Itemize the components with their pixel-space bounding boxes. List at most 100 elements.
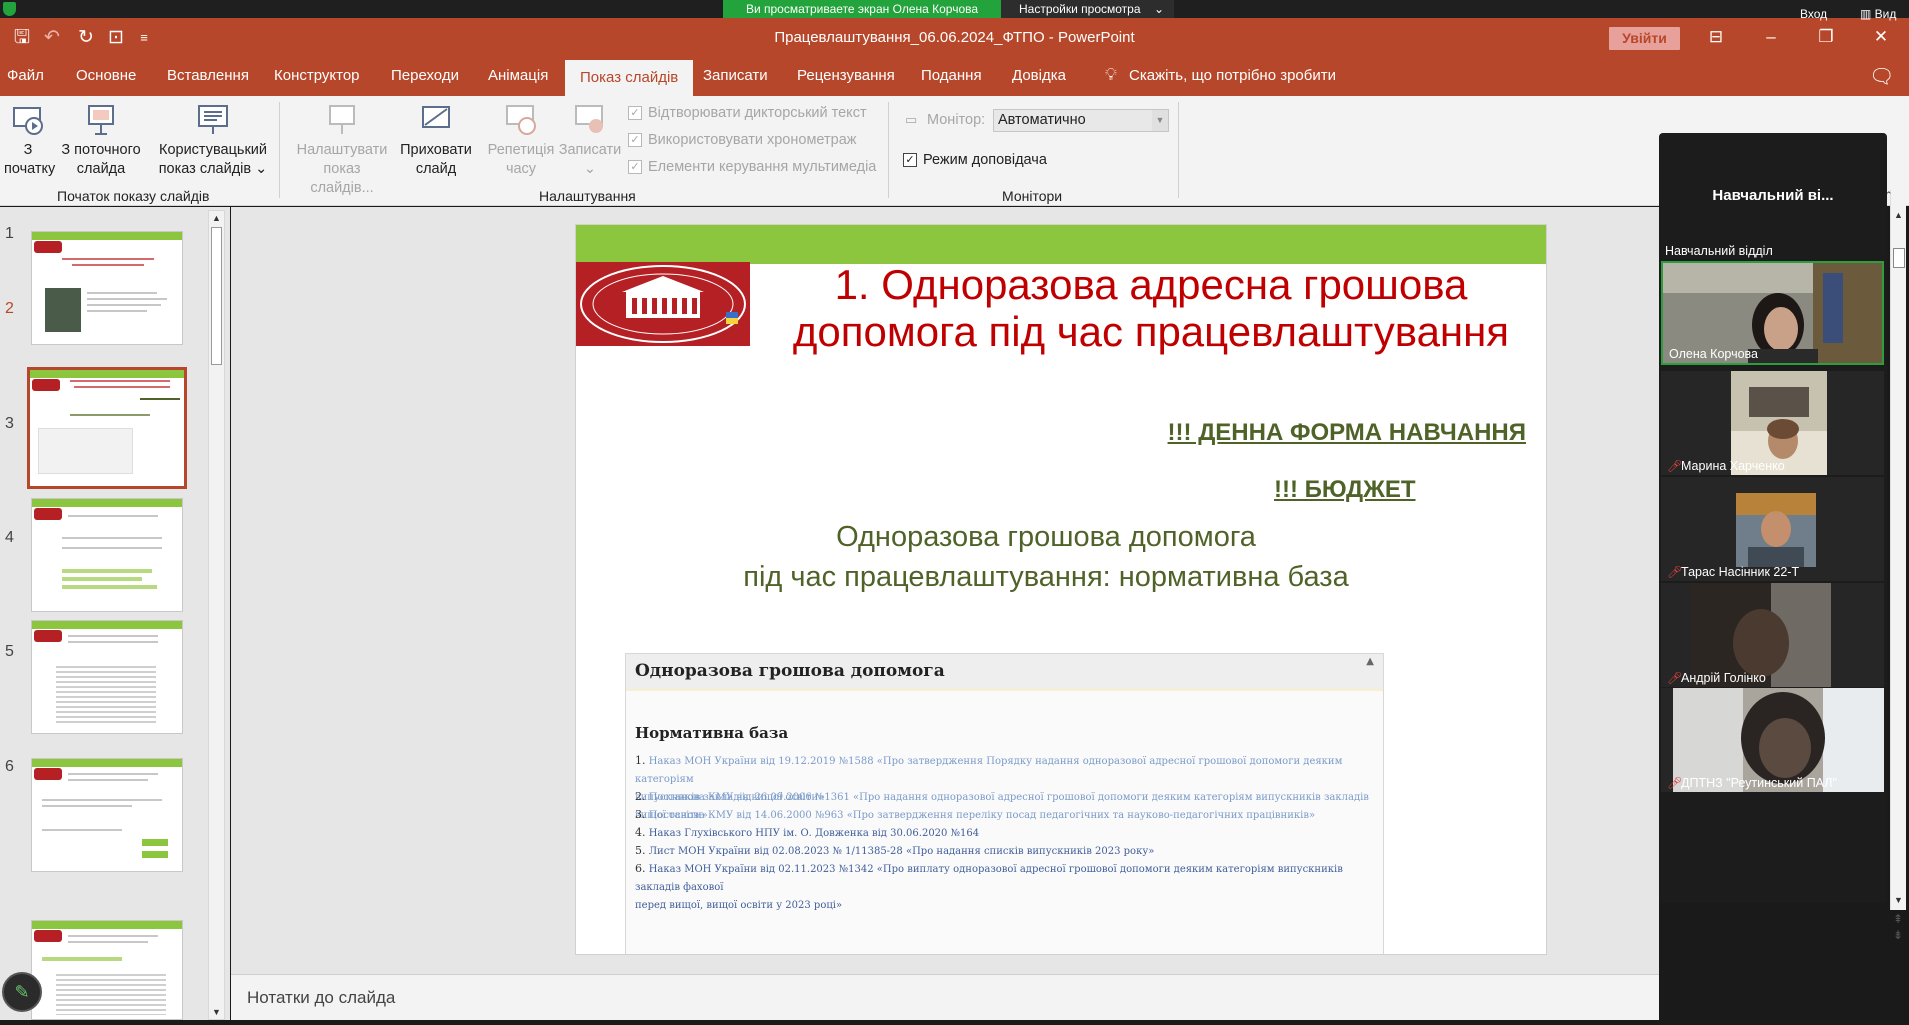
notes-pane[interactable]: Нотатки до слайда — [231, 974, 1659, 1020]
participant-name: 🎤︎ ДПТНЗ "Реутинський ПАЛ" — [1667, 776, 1837, 790]
view-label: Вид — [1874, 7, 1897, 21]
rehearse-timings-icon — [506, 105, 536, 135]
tab-view[interactable]: Подання — [921, 67, 982, 84]
slide-number: 4 — [5, 529, 14, 546]
custom-show-button[interactable]: Користувацький показ слайдів ⌄ — [155, 102, 271, 179]
tab-animations[interactable]: Анімація — [488, 67, 548, 84]
reference-number: 3. — [635, 808, 646, 821]
restore-icon[interactable]: ❐ — [1811, 24, 1841, 50]
participant-tile[interactable]: 🎤︎ Андрій Голінко — [1661, 583, 1884, 687]
rehearse-label-1: Репетиція — [487, 142, 555, 158]
right-scrollbar[interactable]: ▲ ▼ ⇞ ⇟ — [1890, 190, 1906, 942]
participant-name-text: Андрій Голінко — [1681, 671, 1766, 685]
scroll-down-icon[interactable]: ▼ — [212, 1007, 221, 1017]
slide-title: 1. Одноразова адресна грошова допомога п… — [792, 261, 1510, 355]
pen-annotation-icon[interactable]: ✎ — [2, 972, 42, 1012]
login-link[interactable]: Вход — [1800, 7, 1827, 21]
view-settings-button[interactable]: Настройки просмотра ⌄ — [1001, 0, 1174, 18]
slide-number: 6 — [5, 758, 14, 775]
tell-me-label: Скажіть, що потрібно зробити — [1129, 67, 1336, 84]
slide-number: 3 — [5, 415, 14, 432]
minimize-icon[interactable]: – — [1756, 24, 1786, 50]
ribbon-display-icon[interactable]: ⊟ — [1701, 24, 1731, 50]
hide-slide-label-1: Приховати — [400, 142, 472, 158]
tab-review[interactable]: Рецензування — [797, 67, 895, 84]
record-button[interactable]: Записати ⌄ — [556, 102, 624, 179]
rehearse-timings-button[interactable]: Репетиція часу — [484, 102, 558, 179]
reference-item: 4. Наказ Глухівського НПУ ім. О. Довженк… — [635, 824, 1375, 843]
mic-muted-icon: 🎤︎ — [1667, 459, 1683, 473]
tab-insert[interactable]: Вставлення — [167, 67, 249, 84]
checkbox-checked-icon: ✓ — [903, 153, 917, 167]
participants-panel: Навчальний ві... Навчальний відділ Олена… — [1659, 133, 1887, 903]
signin-button[interactable]: Увійти — [1609, 27, 1680, 50]
reference-item: 6. Наказ МОН України від 02.11.2023 №134… — [635, 860, 1375, 915]
view-menu[interactable]: ▥ Вид — [1860, 7, 1896, 21]
hide-slide-button[interactable]: Приховати слайд — [396, 102, 476, 179]
tab-slideshow[interactable]: Показ слайдів — [565, 60, 694, 96]
scroll-down-icon[interactable]: ▼ — [1894, 895, 1903, 905]
from-current-label-1: З поточного — [61, 142, 141, 158]
tab-transitions[interactable]: Переходи — [391, 67, 459, 84]
from-beginning-button[interactable]: З початку — [4, 102, 56, 179]
setup-show-icon — [329, 105, 355, 134]
slide-number: 2 — [5, 300, 14, 317]
use-timings-checkbox[interactable]: ✓ Використовувати хронометраж — [628, 132, 856, 148]
document-heading: Одноразова грошова допомога — [635, 661, 945, 681]
slide-thumbnails-pane: 1 2 3 4 5 6 — [0, 207, 230, 1025]
group-separator — [279, 102, 280, 198]
slide-thumbnail-2[interactable] — [27, 367, 187, 489]
hide-slide-label-2: слайд — [415, 161, 457, 177]
close-icon[interactable]: ✕ — [1866, 24, 1896, 50]
reference-text: Наказ МОН України від 19.12.2019 №1588 «… — [635, 756, 1343, 785]
setup-show-label-2: показ слайдів... — [310, 161, 374, 196]
presenter-view-checkbox[interactable]: ✓ Режим доповідача — [903, 152, 1047, 168]
budget-text: !!! БЮДЖЕТ — [1274, 476, 1416, 503]
screen-share-bar: Ви просматриваете экран Олена Корчова На… — [0, 0, 1909, 18]
setup-group-label: Налаштування — [539, 188, 636, 204]
reference-text-cont: перед вищої, вищої освіти у 2023 році» — [635, 900, 843, 911]
from-current-button[interactable]: З поточного слайда — [56, 102, 146, 179]
shield-icon — [3, 2, 16, 16]
slide-thumbnail-6[interactable] — [31, 920, 183, 1020]
slide-thumbnail-5[interactable] — [31, 758, 183, 872]
record-label-2: ⌄ — [583, 161, 597, 177]
participant-name: 🎤︎ Тарас Насінник 22-Т — [1667, 565, 1799, 579]
group-separator — [1178, 102, 1179, 198]
comments-icon[interactable]: 🗨︎ — [1869, 64, 1894, 89]
next-slide-icon[interactable]: ⇟ — [1893, 928, 1903, 942]
play-narrations-checkbox[interactable]: ✓ Відтворювати дикторський текст — [628, 105, 867, 121]
tell-me-search[interactable]: 💡︎ Скажіть, що потрібно зробити — [1105, 65, 1336, 84]
tab-home[interactable]: Основне — [76, 67, 136, 84]
scrollbar-thumb[interactable] — [1893, 248, 1905, 268]
monitor-icon: ▭ — [905, 112, 918, 127]
scrollbar-thumb[interactable] — [211, 227, 222, 365]
scroll-up-small-icon[interactable]: ⌃ — [1885, 190, 1893, 201]
document-subheading: Нормативна база — [635, 724, 789, 742]
monitor-select[interactable]: Автоматично ▼ — [993, 109, 1169, 132]
tab-help[interactable]: Довідка — [1012, 67, 1066, 84]
participant-tile[interactable]: 🎤︎ Марина Харченко — [1661, 371, 1884, 475]
slide-thumbnail-4[interactable] — [31, 620, 183, 734]
setup-show-button[interactable]: Налаштувати показ слайдів... — [293, 102, 391, 198]
reference-number: 2. — [635, 790, 646, 803]
scroll-up-icon[interactable]: ▲ — [1894, 210, 1903, 220]
slide-thumbnail-1[interactable] — [31, 231, 183, 345]
from-beginning-label-2: початку — [4, 161, 56, 177]
tab-file[interactable]: Файл — [7, 67, 44, 84]
participant-tile[interactable]: 🎤︎ ДПТНЗ "Реутинський ПАЛ" — [1661, 688, 1884, 792]
participant-tile[interactable]: Олена Корчова — [1661, 261, 1884, 365]
checkbox-checked-icon: ✓ — [628, 133, 642, 147]
checkbox-checked-icon: ✓ — [628, 106, 642, 120]
slide-top-bar — [576, 225, 1546, 264]
tab-design[interactable]: Конструктор — [274, 67, 360, 84]
reference-text: Постанова КМУ від 14.06.2000 №963 «Про з… — [648, 810, 1316, 821]
participant-tile[interactable]: 🎤︎ Тарас Насінник 22-Т — [1661, 477, 1884, 581]
slide-thumbnail-3[interactable] — [31, 498, 183, 612]
thumbnails-scrollbar[interactable]: ▲ ▼ — [208, 210, 225, 1020]
scroll-up-icon[interactable]: ▲ — [212, 213, 221, 223]
current-slide[interactable]: 1. Одноразова адресна грошова допомога п… — [575, 224, 1547, 955]
tab-record[interactable]: Записати — [703, 67, 768, 84]
media-controls-checkbox[interactable]: ✓ Елементи керування мультимедіа — [628, 159, 876, 175]
previous-slide-icon[interactable]: ⇞ — [1893, 912, 1903, 926]
